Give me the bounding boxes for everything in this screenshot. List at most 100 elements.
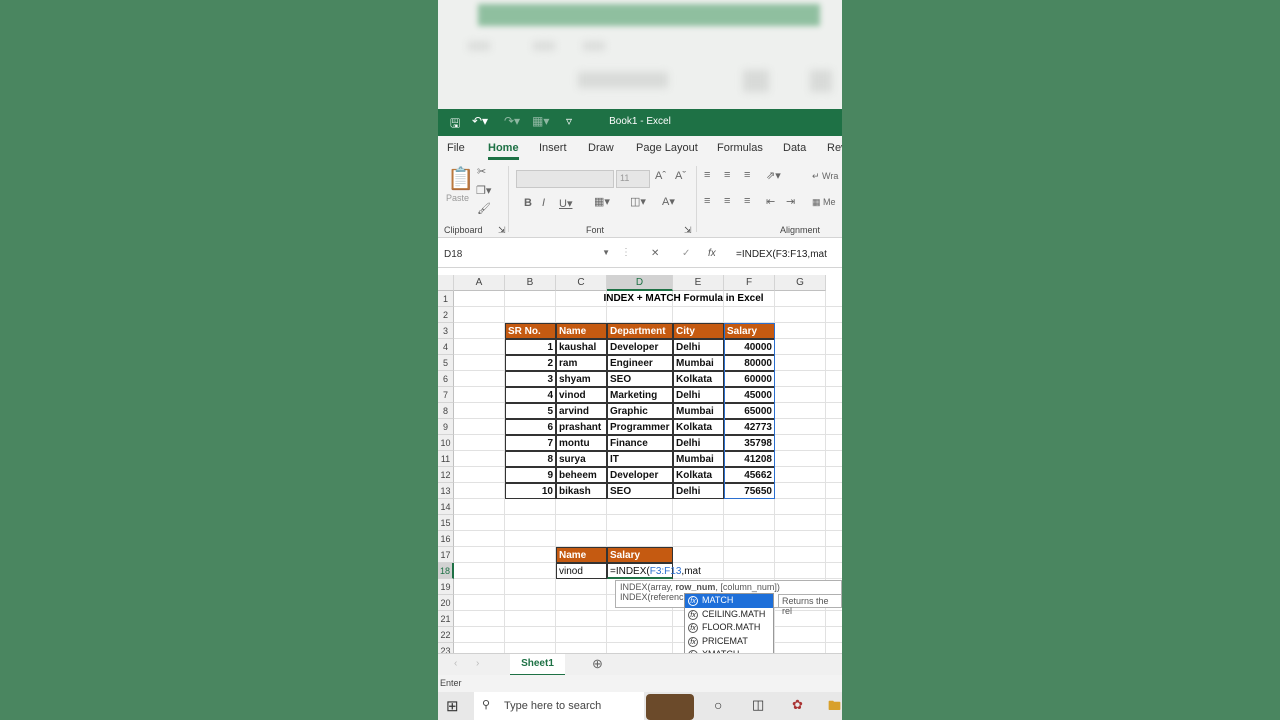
italic-button[interactable]: I xyxy=(542,197,545,209)
align-top-icon[interactable]: ≡ xyxy=(704,169,710,181)
row-header-21[interactable]: 21 xyxy=(438,611,454,627)
select-all-corner[interactable] xyxy=(438,275,454,291)
row-header-20[interactable]: 20 xyxy=(438,595,454,611)
table-cell[interactable]: Kolkata xyxy=(673,371,724,387)
table-cell[interactable]: Delhi xyxy=(673,435,724,451)
tab-page-layout[interactable]: Page Layout xyxy=(636,142,698,154)
windows-start-icon[interactable]: ⊞ xyxy=(446,697,459,715)
font-launcher-icon[interactable]: ⇲ xyxy=(684,225,692,236)
row-header-7[interactable]: 7 xyxy=(438,387,454,403)
table-cell[interactable]: SEO xyxy=(607,483,673,499)
copy-icon[interactable]: ❐▾ xyxy=(476,184,491,197)
scroll-right-icon[interactable]: › xyxy=(476,658,479,669)
align-right-icon[interactable]: ≡ xyxy=(744,195,750,207)
merge-button[interactable]: ▦ Me xyxy=(812,197,836,208)
autocomplete-item[interactable]: fx MATCH xyxy=(685,594,773,608)
table-cell[interactable]: 4 xyxy=(505,387,556,403)
row-header-13[interactable]: 13 xyxy=(438,483,454,499)
table-cell[interactable]: 2 xyxy=(505,355,556,371)
table-cell[interactable]: 7 xyxy=(505,435,556,451)
increase-indent-icon[interactable]: ⇥ xyxy=(786,195,795,208)
font-name-dropdown[interactable] xyxy=(516,170,614,188)
tab-draw[interactable]: Draw xyxy=(588,142,614,154)
table-cell[interactable]: Mumbai xyxy=(673,403,724,419)
row-header-2[interactable]: 2 xyxy=(438,307,454,323)
font-size-dropdown[interactable]: 11 xyxy=(616,170,650,188)
row-header-9[interactable]: 9 xyxy=(438,419,454,435)
align-bottom-icon[interactable]: ≡ xyxy=(744,169,750,181)
row-header-23[interactable]: 23 xyxy=(438,643,454,653)
wrap-text-button[interactable]: ↵ Wra xyxy=(812,171,838,182)
table-cell[interactable]: 35798 xyxy=(724,435,775,451)
table-cell[interactable]: Engineer xyxy=(607,355,673,371)
bold-button[interactable]: B xyxy=(524,197,532,209)
row-header-4[interactable]: 4 xyxy=(438,339,454,355)
tab-formulas[interactable]: Formulas xyxy=(717,142,763,154)
row-header-22[interactable]: 22 xyxy=(438,627,454,643)
tab-file[interactable]: File xyxy=(447,142,465,154)
table-cell[interactable]: 45662 xyxy=(724,467,775,483)
increase-font-icon[interactable]: Aˆ xyxy=(655,170,666,182)
table-header-cell[interactable]: Salary xyxy=(724,323,775,339)
table-cell[interactable]: IT xyxy=(607,451,673,467)
row-header-16[interactable]: 16 xyxy=(438,531,454,547)
row-header-11[interactable]: 11 xyxy=(438,451,454,467)
clipboard-launcher-icon[interactable]: ⇲ xyxy=(498,225,506,236)
taskbar-search[interactable]: ⚲ Type here to search xyxy=(474,692,644,720)
add-sheet-icon[interactable]: ⊕ xyxy=(592,656,603,672)
table-cell[interactable]: Marketing xyxy=(607,387,673,403)
cancel-icon[interactable]: ✕ xyxy=(651,248,659,259)
row-header-12[interactable]: 12 xyxy=(438,467,454,483)
column-header-a[interactable]: A xyxy=(454,275,505,291)
format-painter-icon[interactable]: 🖌 xyxy=(477,202,491,215)
column-header-b[interactable]: B xyxy=(505,275,556,291)
column-header-e[interactable]: E xyxy=(673,275,724,291)
table-cell[interactable]: Delhi xyxy=(673,387,724,403)
table-cell[interactable]: 42773 xyxy=(724,419,775,435)
row-header-8[interactable]: 8 xyxy=(438,403,454,419)
row-header-14[interactable]: 14 xyxy=(438,499,454,515)
table-cell[interactable]: beheem xyxy=(556,467,607,483)
table-cell[interactable]: montu xyxy=(556,435,607,451)
table-cell[interactable]: Programmer xyxy=(607,419,673,435)
table-cell[interactable]: 75650 xyxy=(724,483,775,499)
table-cell[interactable]: 65000 xyxy=(724,403,775,419)
insert-function-icon[interactable]: fx xyxy=(708,248,716,259)
table-cell[interactable]: ram xyxy=(556,355,607,371)
borders-icon[interactable]: ▦▾ xyxy=(594,195,610,208)
table-cell[interactable]: Graphic xyxy=(607,403,673,419)
table-cell[interactable]: Delhi xyxy=(673,483,724,499)
table-cell[interactable]: 60000 xyxy=(724,371,775,387)
row-header-3[interactable]: 3 xyxy=(438,323,454,339)
cut-icon[interactable]: ✂ xyxy=(477,165,486,178)
table-header-cell[interactable]: Department xyxy=(607,323,673,339)
table-cell[interactable]: shyam xyxy=(556,371,607,387)
autocomplete-item[interactable]: fx FLOOR.MATH xyxy=(685,621,773,635)
table-cell[interactable]: 41208 xyxy=(724,451,775,467)
decrease-font-icon[interactable]: Aˇ xyxy=(675,170,686,182)
table-cell[interactable]: 40000 xyxy=(724,339,775,355)
align-center-icon[interactable]: ≡ xyxy=(724,195,730,207)
table-cell[interactable]: 1 xyxy=(505,339,556,355)
table-header-cell[interactable]: SR No. xyxy=(505,323,556,339)
column-header-d[interactable]: D xyxy=(607,275,673,291)
table-cell[interactable]: Mumbai xyxy=(673,355,724,371)
table-header-cell[interactable]: Name xyxy=(556,323,607,339)
table-header-cell[interactable]: City xyxy=(673,323,724,339)
column-header-c[interactable]: C xyxy=(556,275,607,291)
lookup-name-cell[interactable]: vinod xyxy=(556,563,607,579)
table-cell[interactable]: bikash xyxy=(556,483,607,499)
table-cell[interactable]: prashant xyxy=(556,419,607,435)
lookup-header-salary[interactable]: Salary xyxy=(607,547,673,563)
tab-data[interactable]: Data xyxy=(783,142,806,154)
row-header-18[interactable]: 18 xyxy=(438,563,454,579)
autocomplete-item[interactable]: fx PRICEMAT xyxy=(685,635,773,649)
table-cell[interactable]: 3 xyxy=(505,371,556,387)
column-header-g[interactable]: G xyxy=(775,275,826,291)
table-cell[interactable]: 80000 xyxy=(724,355,775,371)
table-cell[interactable]: SEO xyxy=(607,371,673,387)
task-view-icon[interactable]: ◫ xyxy=(752,697,764,713)
tab-insert[interactable]: Insert xyxy=(539,142,567,154)
tab-review[interactable]: Rev xyxy=(827,142,842,154)
table-cell[interactable]: surya xyxy=(556,451,607,467)
